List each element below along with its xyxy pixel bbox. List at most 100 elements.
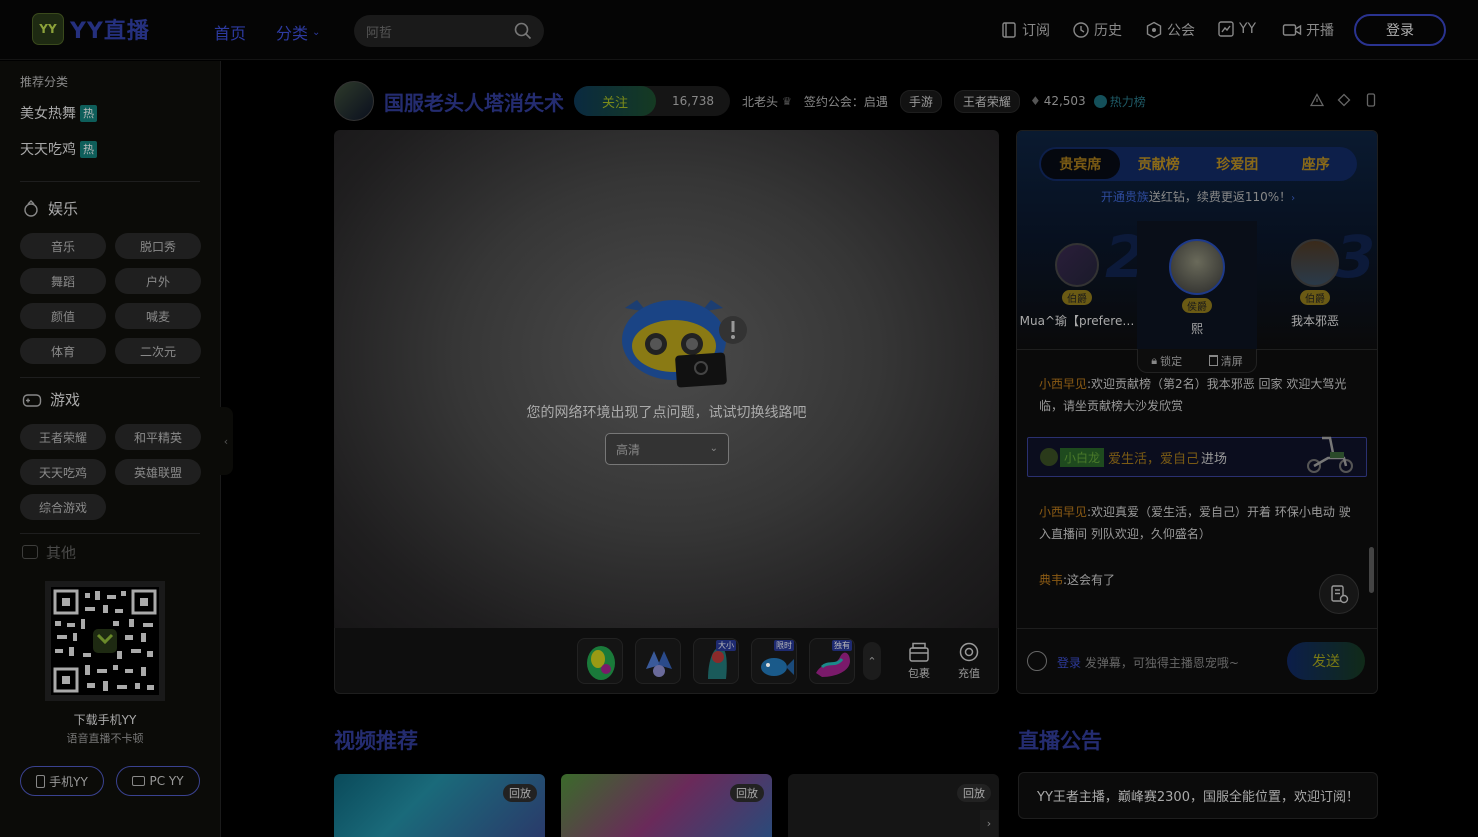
others-icon [22,545,38,559]
emoji-icon[interactable] [1027,651,1047,671]
tab-vip[interactable]: 贵宾席 [1041,149,1120,179]
search-input[interactable]: 阿哲 [354,15,544,47]
chip-anime[interactable]: 二次元 [115,338,201,364]
search-placeholder: 阿哲 [366,25,393,41]
recharge-button[interactable]: 充值 [949,642,989,681]
chip-outdoor[interactable]: 户外 [115,268,201,294]
sidebar-collapse-button[interactable]: ‹ [219,407,233,475]
camera-icon [1282,24,1302,36]
chat-scrollbar[interactable] [1369,547,1374,593]
lock-label: 锁定 [1160,354,1183,368]
pc-yy-button[interactable]: PC YY [116,766,200,796]
guild-info[interactable]: 签约公会：启遇 [804,93,888,110]
sidebar-item-chicken[interactable]: 天天吃鸡 热 [20,139,97,159]
send-button[interactable]: 发送 [1287,642,1365,680]
chip-chicken[interactable]: 天天吃鸡 [20,459,106,485]
chip-peace[interactable]: 和平精英 [115,424,201,450]
rank-1[interactable]: 侯爵 熙 [1137,239,1257,337]
entrance-banner: 小白龙 爱生活，爱自己 进场 [1027,436,1367,477]
banner-avatar-icon [1040,448,1058,466]
tag-honor[interactable]: 王者荣耀 [953,89,1020,113]
logo[interactable]: YY YY直播 [32,13,150,45]
logo-text: YY直播 [70,19,150,44]
tab-fans[interactable]: 珍爱团 [1198,149,1277,179]
chip-general-games[interactable]: 综合游戏 [20,494,106,520]
mobile-yy-button[interactable]: 手机YY [20,766,104,796]
mobile-yy-label: 手机YY [49,774,88,789]
start-live-label: 开播 [1306,23,1334,39]
video-card[interactable]: 回放 [788,774,999,837]
rank-name: Mua^瑜【prefere… [1019,314,1135,328]
noble-promo[interactable]: 开通贵族送红钻，续费更返110%！› [1017,188,1377,205]
input-login-link[interactable]: 登录 [1057,656,1081,670]
chat-user[interactable]: 小西早见 [1039,505,1087,519]
yy-link[interactable]: YY [1217,20,1256,38]
section-title: 娱乐 [48,200,79,218]
sidebar-item-dance[interactable]: 美女热舞 热 [20,103,97,123]
chip-lol[interactable]: 英雄联盟 [115,459,201,485]
chat-message: 小西早见:欢迎真爱（爱生活，爱自己）开着 环保小电动 驶入直播间 列队欢迎，久仰… [1039,501,1359,545]
follow-group: 关注 16,738 [574,86,730,116]
chip-talkshow[interactable]: 脱口秀 [115,233,201,259]
tab-contribution[interactable]: 贡献榜 [1120,149,1199,179]
video-card[interactable]: 回放 [561,774,772,837]
history-link[interactable]: 历史 [1072,20,1122,40]
streamer-avatar[interactable] [334,81,374,121]
chip-dance[interactable]: 舞蹈 [20,268,106,294]
line-select[interactable]: 高清 ⌄ [605,433,729,465]
chip-looks[interactable]: 颜值 [20,303,106,329]
rank-2[interactable]: 伯爵 Mua^瑜【prefere… [1017,243,1137,329]
warning-icon[interactable] [1310,93,1324,107]
nav-category[interactable]: 分类 ⌄ [276,20,320,44]
yy-label: YY [1239,21,1257,37]
chat-input-bar: 登录 发弹幕，可独得主播恩宠哦~ 发送 [1017,628,1377,693]
entertainment-icon [24,199,38,217]
tag-mobile-game[interactable]: 手游 [899,89,942,113]
share-icon[interactable] [1337,93,1351,107]
chevron-right-icon[interactable]: › [980,810,998,837]
follow-button[interactable]: 关注 [574,86,656,116]
chip-shout[interactable]: 喊麦 [115,303,201,329]
hot-list-link[interactable]: 热力榜 [1093,93,1146,110]
phone-icon [36,774,46,788]
chevron-right-icon: › [1291,193,1296,204]
replay-badge: 回放 [503,784,537,802]
chip-honor[interactable]: 王者荣耀 [20,424,106,450]
chip-sports[interactable]: 体育 [20,338,106,364]
rank-3[interactable]: 伯爵 我本邪恶 [1255,239,1375,329]
divider [20,181,200,182]
chevron-up-icon[interactable]: ⌃ [863,642,881,680]
chat-user[interactable]: 小西早见 [1039,377,1087,391]
chat-input[interactable]: 登录 发弹幕，可独得主播恩宠哦~ [1057,654,1239,671]
line-select-value: 高清 [616,442,641,457]
subscribe-link[interactable]: 订阅 [1000,20,1050,40]
gift-item[interactable]: 大小 [693,638,739,684]
gift-item[interactable]: 限时 [751,638,797,684]
bag-button[interactable]: 包裹 [899,642,939,681]
start-live-link[interactable]: 开播 [1282,20,1334,40]
rank-level-badge: 伯爵 [1300,290,1330,305]
host-name[interactable]: 北老头 [742,93,778,110]
section-title: 游戏 [50,391,81,409]
section-games: 游戏 [22,389,80,410]
guild-link[interactable]: 公会 [1145,20,1195,40]
history-label: 历史 [1094,23,1122,39]
mobile-icon[interactable] [1364,93,1378,107]
tab-seats[interactable]: 座序 [1277,149,1356,179]
video-player[interactable]: 您的网络环境出现了点问题，试试切换线路吧 高清 ⌄ [334,130,999,628]
gift-item[interactable] [635,638,681,684]
login-button[interactable]: 登录 [1354,14,1446,46]
clear-button[interactable]: 清屏 [1208,353,1243,369]
filter-button[interactable] [1319,574,1359,614]
chat-user[interactable]: 典韦 [1039,573,1063,587]
nav-home[interactable]: 首页 [214,20,246,44]
gift-item[interactable]: 独有 [809,638,855,684]
chip-music[interactable]: 音乐 [20,233,106,259]
rank-name: 我本邪恶 [1290,314,1339,328]
lock-button[interactable]: 🔒︎ 锁定 [1151,353,1182,369]
input-placeholder: 发弹幕，可独得主播恩宠哦~ [1084,656,1239,670]
gift-item[interactable] [577,638,623,684]
banner-text[interactable]: 爱生活，爱自己 [1108,448,1199,467]
search-icon[interactable] [514,22,532,40]
video-card[interactable]: 回放 [334,774,545,837]
